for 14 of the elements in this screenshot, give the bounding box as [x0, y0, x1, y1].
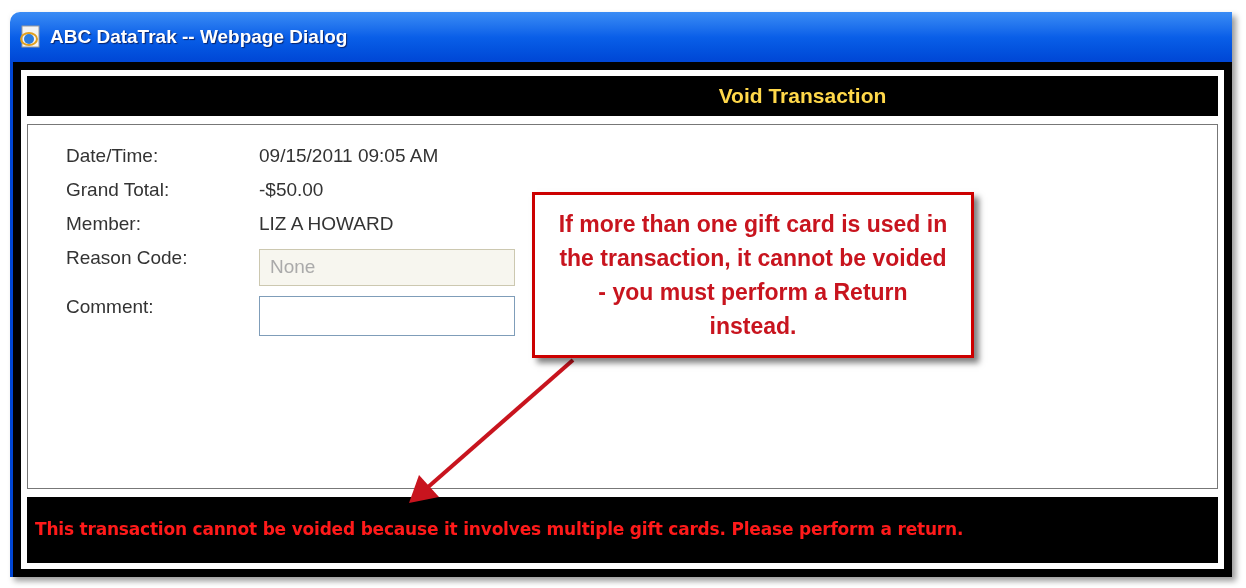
field-label: Reason Code: — [66, 246, 189, 270]
field-label: Comment: — [66, 295, 155, 319]
field-label: Member: — [66, 212, 142, 236]
comment-field[interactable] — [259, 296, 515, 336]
window-title: ABC DataTrak -- Webpage Dialog — [50, 24, 348, 49]
field-value: 09/15/2011 09:05 AM — [259, 144, 439, 168]
browser-icon — [18, 25, 42, 49]
field-label: Grand Total: — [66, 178, 171, 202]
callout-text: If more than one gift card is used in the transaction, it cannot be voided - you must perform a Return instead. — [557, 210, 949, 341]
error-message: This transaction cannot be voided because it involves multiple gift cards. Please perform a return. — [35, 518, 964, 542]
field-label: Date/Time: — [66, 144, 160, 168]
header-title: Void Transaction — [718, 83, 887, 110]
field-value: LIZ A HOWARD — [259, 212, 394, 236]
field-value: -$50.00 — [259, 178, 324, 202]
